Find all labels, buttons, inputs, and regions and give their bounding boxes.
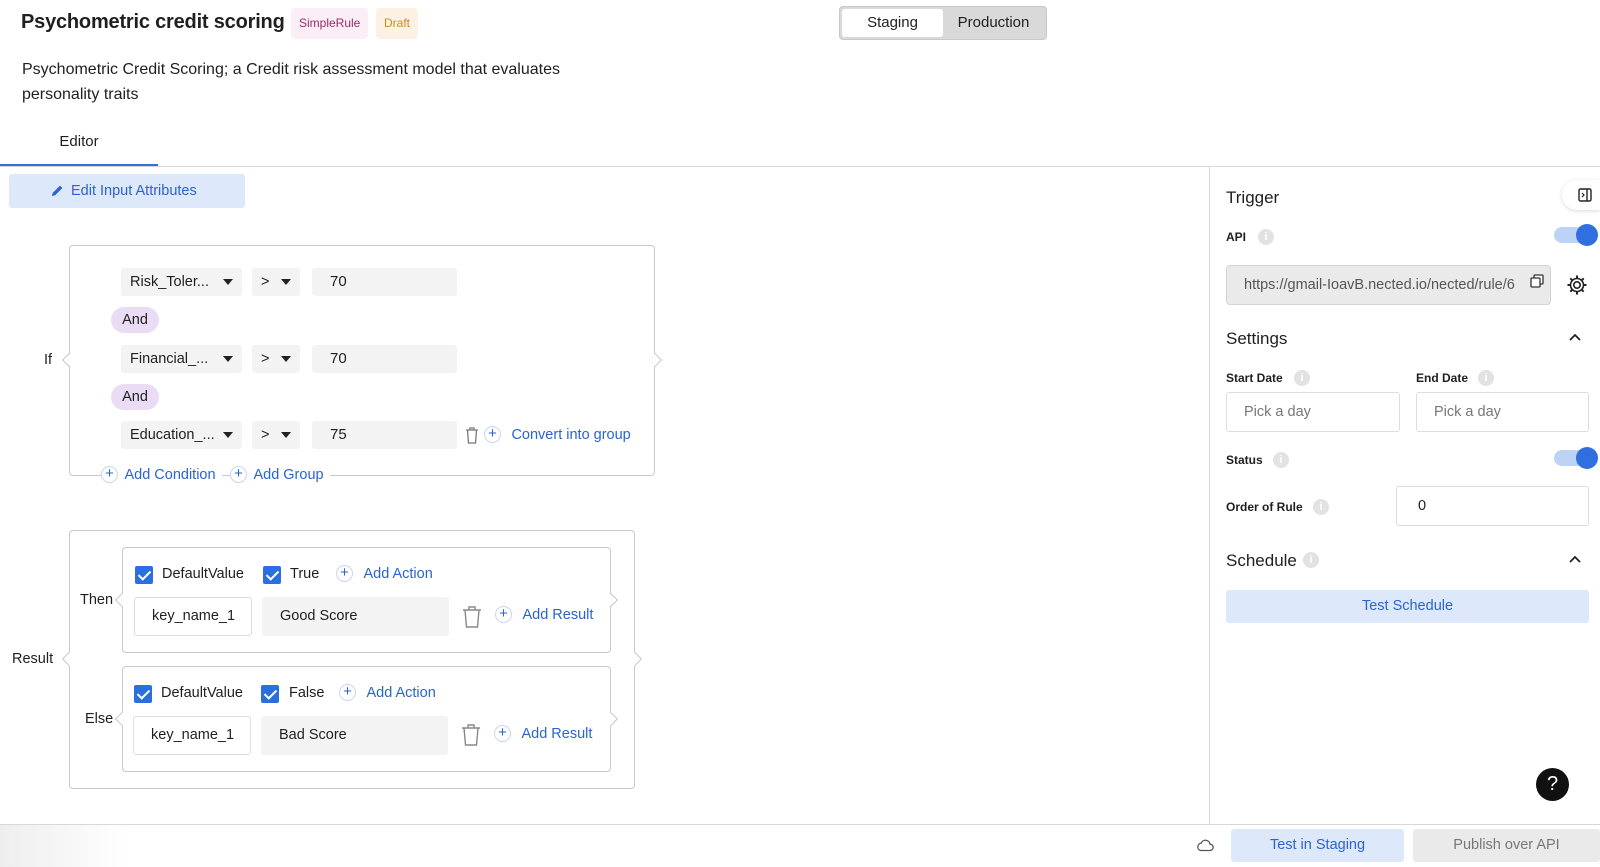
plus-icon: + — [494, 725, 511, 743]
order-of-rule-label: Order of Rule — [1226, 500, 1303, 514]
end-date-picker[interactable]: Pick a day — [1416, 392, 1589, 432]
info-icon: i — [1294, 370, 1310, 386]
api-label: API — [1226, 230, 1247, 244]
trash-icon[interactable] — [461, 724, 481, 746]
chevron-down-icon — [223, 356, 233, 362]
plus-icon: + — [101, 466, 118, 484]
status-badge: Draft — [376, 8, 419, 39]
add-condition-button[interactable]: + Add Condition — [101, 466, 222, 484]
false-checkbox[interactable] — [261, 685, 279, 703]
and-operator-pill[interactable]: And — [111, 384, 159, 410]
collapse-panel-button[interactable] — [1562, 180, 1600, 210]
condition-operator-select[interactable]: > — [252, 345, 300, 373]
status-toggle[interactable] — [1554, 447, 1598, 469]
then-label: Then — [80, 592, 114, 608]
trigger-heading: Trigger — [1226, 188, 1280, 207]
gear-icon[interactable] — [1566, 274, 1588, 296]
chevron-up-icon[interactable] — [1568, 332, 1582, 342]
help-button[interactable]: ? — [1536, 768, 1569, 801]
end-date-label: End Date — [1416, 371, 1469, 385]
chevron-down-icon — [223, 279, 233, 285]
publish-over-api-button[interactable]: Publish over API — [1413, 829, 1600, 862]
condition-operator-select[interactable]: > — [252, 421, 300, 449]
schedule-heading: Schedule — [1226, 551, 1297, 570]
chevron-down-icon — [223, 432, 233, 438]
add-action-button[interactable]: + Add Action — [336, 565, 433, 583]
start-date-label: Start Date — [1226, 371, 1283, 385]
condition-attribute-select[interactable]: Risk_Toler... — [121, 268, 242, 296]
cloud-icon — [1197, 839, 1214, 852]
test-in-staging-button[interactable]: Test in Staging — [1231, 829, 1404, 862]
condition-attribute-select[interactable]: Education_... — [121, 421, 242, 449]
false-label: False — [289, 685, 325, 701]
tab-editor[interactable]: Editor — [0, 127, 158, 167]
trash-icon[interactable] — [462, 606, 482, 628]
info-icon: i — [1303, 552, 1319, 568]
true-checkbox[interactable] — [263, 566, 281, 584]
info-icon: i — [1273, 452, 1289, 468]
default-value-checkbox[interactable] — [135, 566, 153, 584]
info-icon: i — [1478, 370, 1494, 386]
true-label: True — [290, 566, 320, 582]
condition-operator-select[interactable]: > — [252, 268, 300, 296]
settings-heading: Settings — [1226, 329, 1288, 348]
rule-description: Psychometric Credit Scoring; a Credit ri… — [22, 61, 560, 103]
add-result-button[interactable]: + Add Result — [494, 725, 592, 743]
production-tab[interactable]: Production — [943, 9, 1044, 37]
status-label: Status — [1226, 453, 1263, 467]
start-date-picker[interactable]: Pick a day — [1226, 392, 1400, 432]
add-action-button[interactable]: + Add Action — [339, 684, 436, 702]
test-schedule-button[interactable]: Test Schedule — [1226, 590, 1589, 623]
panel-divider — [1209, 167, 1210, 824]
plus-icon: + — [495, 606, 512, 624]
chevron-down-icon — [281, 432, 291, 438]
result-label: Result — [12, 651, 54, 667]
plus-icon: + — [230, 466, 247, 484]
plus-icon: + — [484, 426, 501, 444]
panel-collapse-icon — [1578, 188, 1592, 202]
staging-tab[interactable]: Staging — [842, 9, 943, 37]
else-label: Else — [85, 711, 114, 727]
condition-value-input[interactable]: 70 — [312, 268, 457, 296]
edit-input-attributes-button[interactable]: Edit Input Attributes — [9, 174, 245, 208]
and-operator-pill[interactable]: And — [111, 307, 159, 333]
result-key-input[interactable]: key_name_1 — [134, 597, 252, 636]
add-result-button[interactable]: + Add Result — [495, 606, 593, 624]
chevron-down-icon — [281, 356, 291, 362]
info-icon: i — [1313, 499, 1329, 515]
environment-toggle: Staging Production — [839, 6, 1047, 40]
divider — [0, 166, 1600, 167]
condition-value-input[interactable]: 75 — [312, 421, 457, 449]
chevron-up-icon[interactable] — [1568, 554, 1582, 564]
rule-type-badge: SimpleRule — [291, 8, 369, 39]
info-icon: i — [1258, 229, 1274, 245]
convert-into-group-button[interactable]: + Convert into group — [484, 426, 631, 444]
default-value-label: DefaultValue — [162, 566, 244, 582]
result-value-input[interactable]: Good Score — [262, 597, 449, 636]
pencil-icon — [52, 185, 63, 196]
page-title: Psychometric credit scoring — [21, 11, 285, 33]
plus-icon: + — [336, 565, 353, 583]
condition-value-input[interactable]: 70 — [312, 345, 457, 373]
result-key-input[interactable]: key_name_1 — [133, 716, 251, 755]
trash-icon[interactable] — [465, 427, 479, 444]
api-url-field[interactable]: https://gmail-IoavB.nected.io/nected/rul… — [1226, 265, 1551, 305]
copy-icon[interactable] — [1530, 274, 1544, 288]
plus-icon: + — [339, 684, 356, 702]
condition-attribute-select[interactable]: Financial_... — [121, 345, 242, 373]
default-value-label: DefaultValue — [161, 685, 243, 701]
default-value-checkbox[interactable] — [134, 685, 152, 703]
api-toggle[interactable] — [1554, 224, 1598, 246]
chevron-down-icon — [281, 279, 291, 285]
if-label: If — [44, 352, 53, 368]
order-of-rule-input[interactable]: 0 — [1396, 486, 1589, 526]
add-group-button[interactable]: + Add Group — [230, 466, 330, 484]
result-value-input[interactable]: Bad Score — [261, 716, 448, 755]
